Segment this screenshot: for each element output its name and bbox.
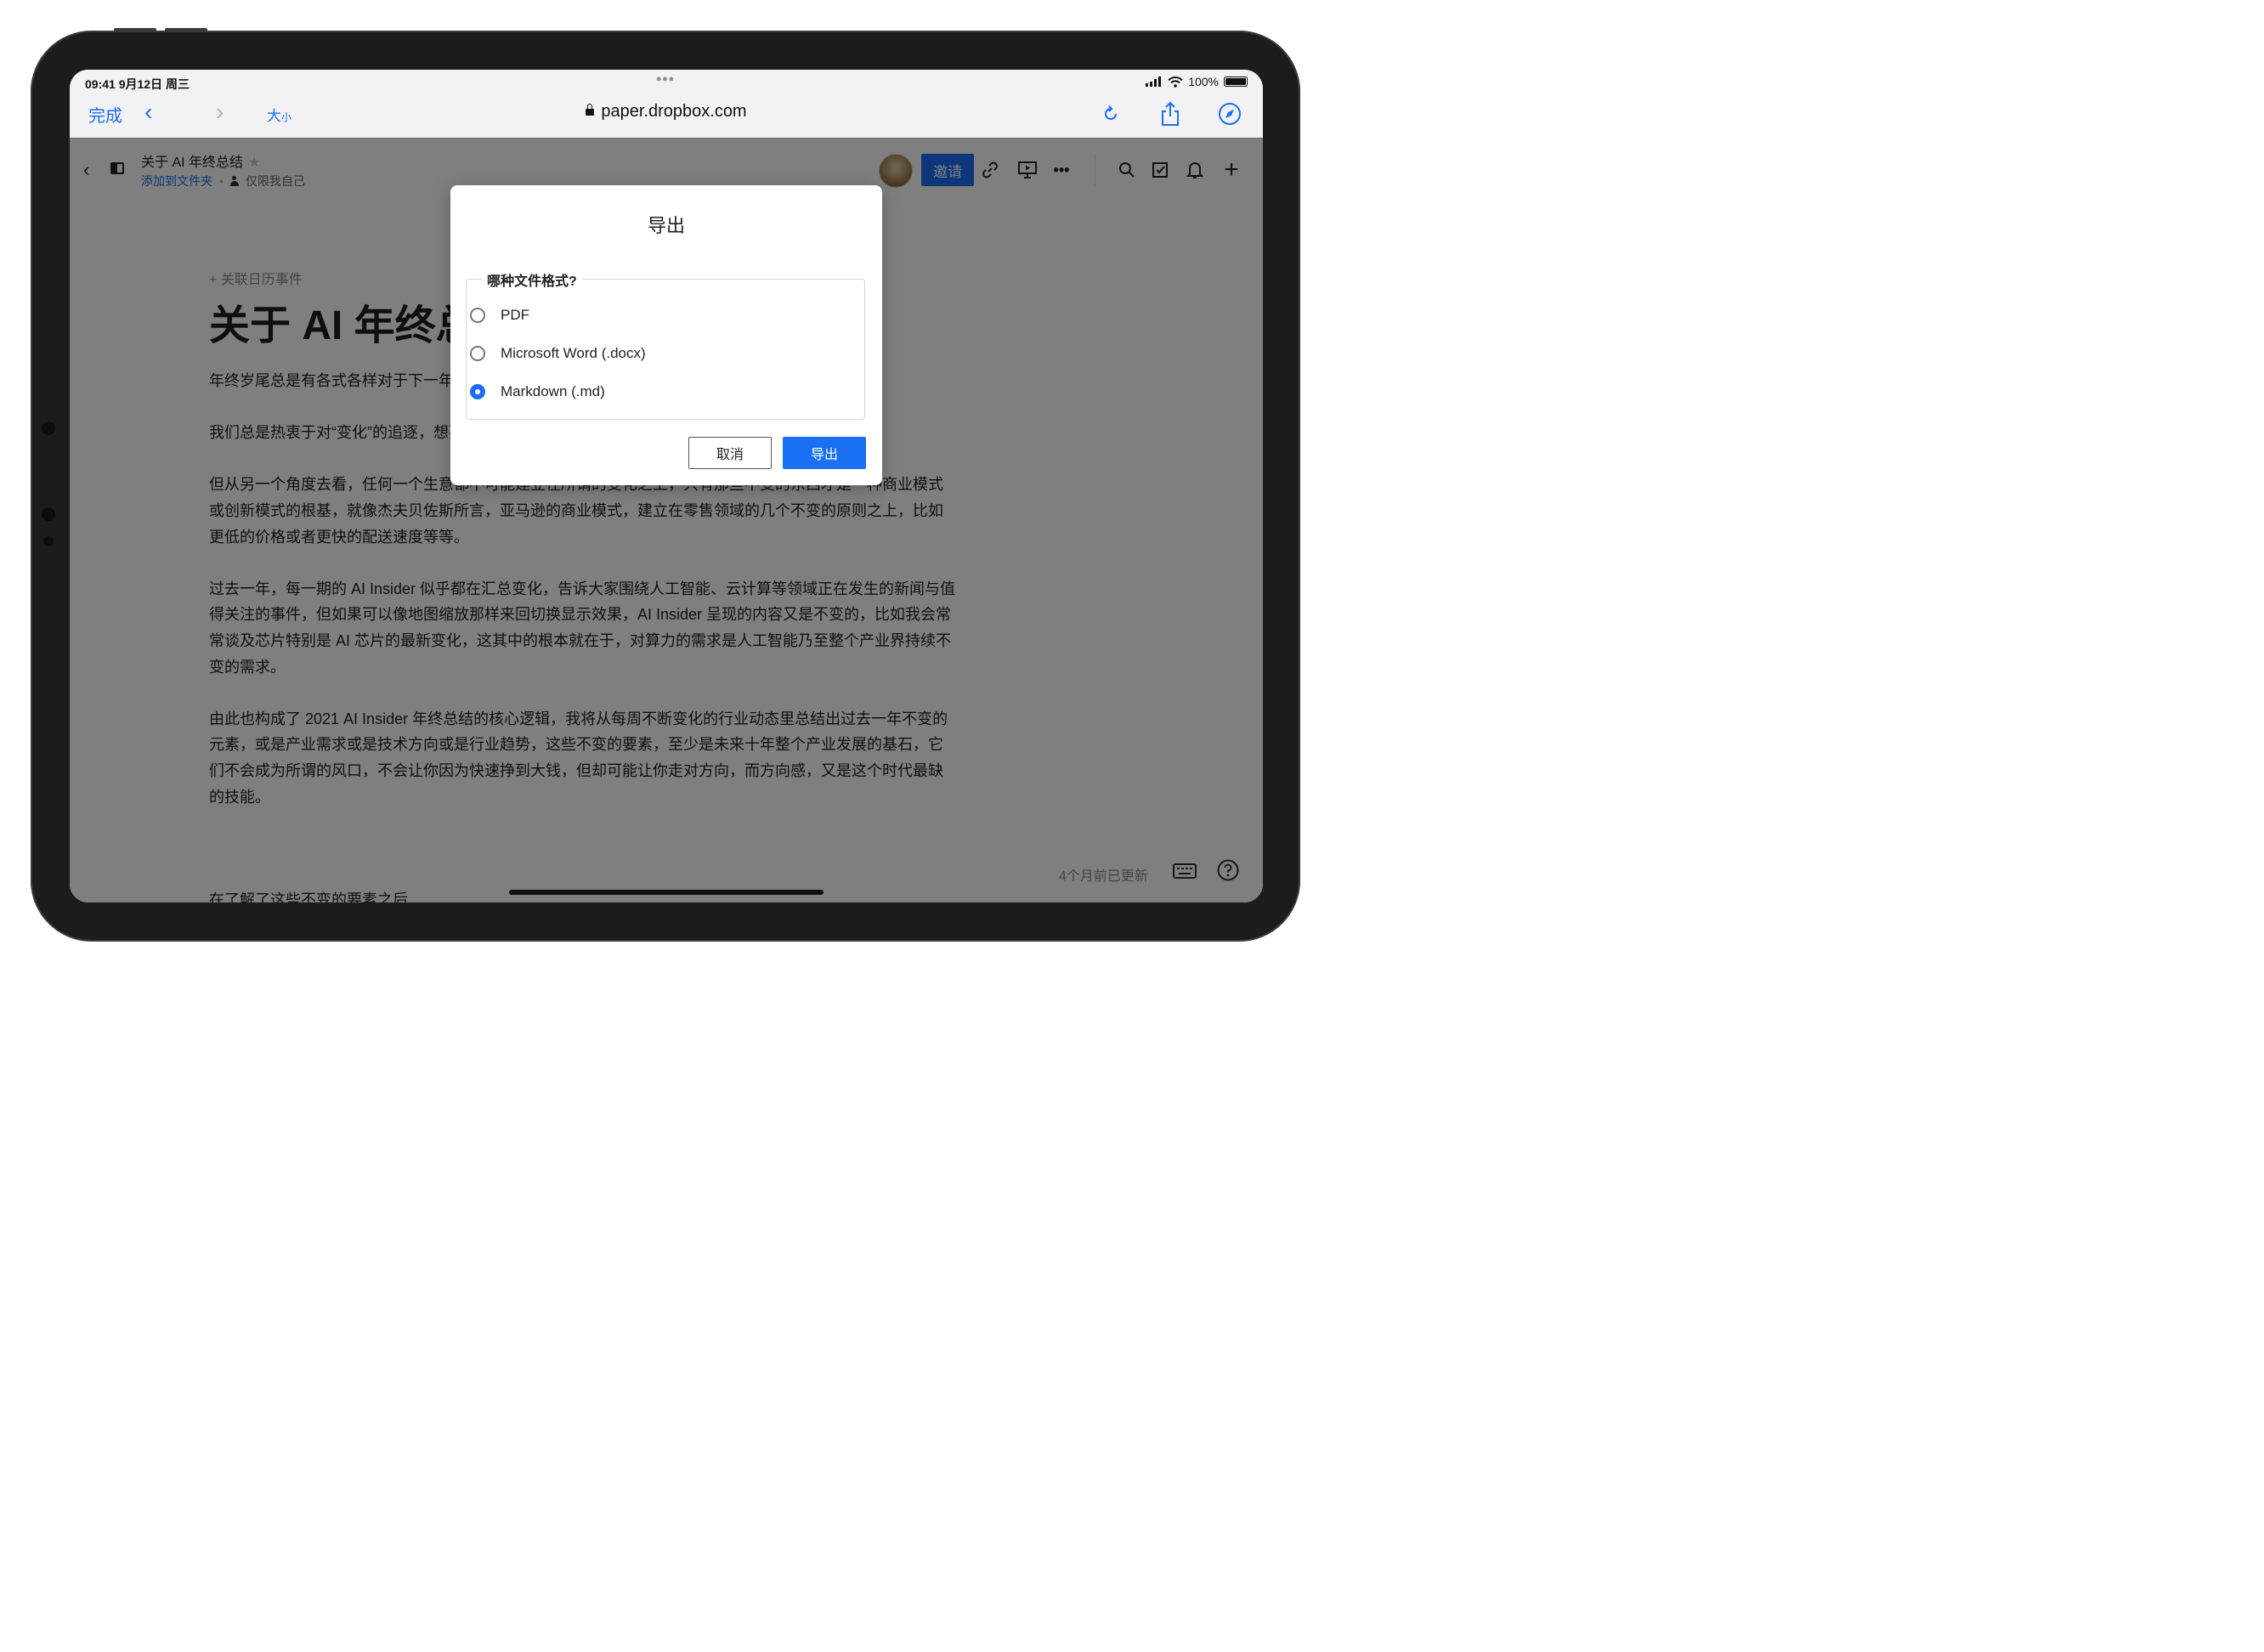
side-sensor [43,536,54,546]
url-text: paper.dropbox.com [601,102,747,121]
export-dialog: 导出 哪种文件格式? PDF Microsoft Word (.docx) Ma… [450,185,882,485]
radio-markdown[interactable] [470,384,485,399]
radio-pdf[interactable] [470,308,485,323]
side-sensor [42,507,55,521]
dialog-title: 导出 [647,215,685,236]
cancel-button[interactable]: 取消 [688,437,772,469]
volume-down-button [165,28,207,31]
browser-toolbar: 完成 ‹ › 大小 paper.dropbox.com [70,93,1263,139]
multitasking-dots[interactable]: ••• [656,71,675,88]
wifi-icon [1168,76,1183,88]
status-indicators: 100% [1146,75,1248,88]
address-bar[interactable]: paper.dropbox.com [70,102,1263,122]
share-icon[interactable] [1156,99,1185,129]
option-docx[interactable]: Microsoft Word (.docx) [470,345,646,362]
status-time-date: 09:41 9月12日 周三 [85,77,190,91]
status-bar: 09:41 9月12日 周三 ••• 100% [70,70,1263,93]
battery-percent: 100% [1188,75,1219,88]
compass-icon[interactable] [1215,99,1244,129]
signal-icon [1146,76,1162,87]
option-label: PDF [501,307,529,323]
option-markdown[interactable]: Markdown (.md) [470,383,605,400]
battery-icon [1224,76,1248,87]
volume-up-button [114,28,156,31]
radio-docx[interactable] [470,346,485,361]
option-label: Microsoft Word (.docx) [501,345,646,361]
format-question: 哪种文件格式? [482,269,582,290]
option-label: Markdown (.md) [501,383,605,399]
export-button[interactable]: 导出 [783,437,866,469]
option-pdf[interactable]: PDF [470,307,529,324]
home-indicator[interactable] [509,890,824,895]
screen: 09:41 9月12日 周三 ••• 100% 完成 ‹ › 大小 paper.… [70,70,1263,902]
lock-icon [586,104,595,116]
reload-icon[interactable] [1096,99,1125,129]
format-fieldset: 哪种文件格式? PDF Microsoft Word (.docx) Markd… [466,269,865,420]
side-sensor [42,421,55,435]
